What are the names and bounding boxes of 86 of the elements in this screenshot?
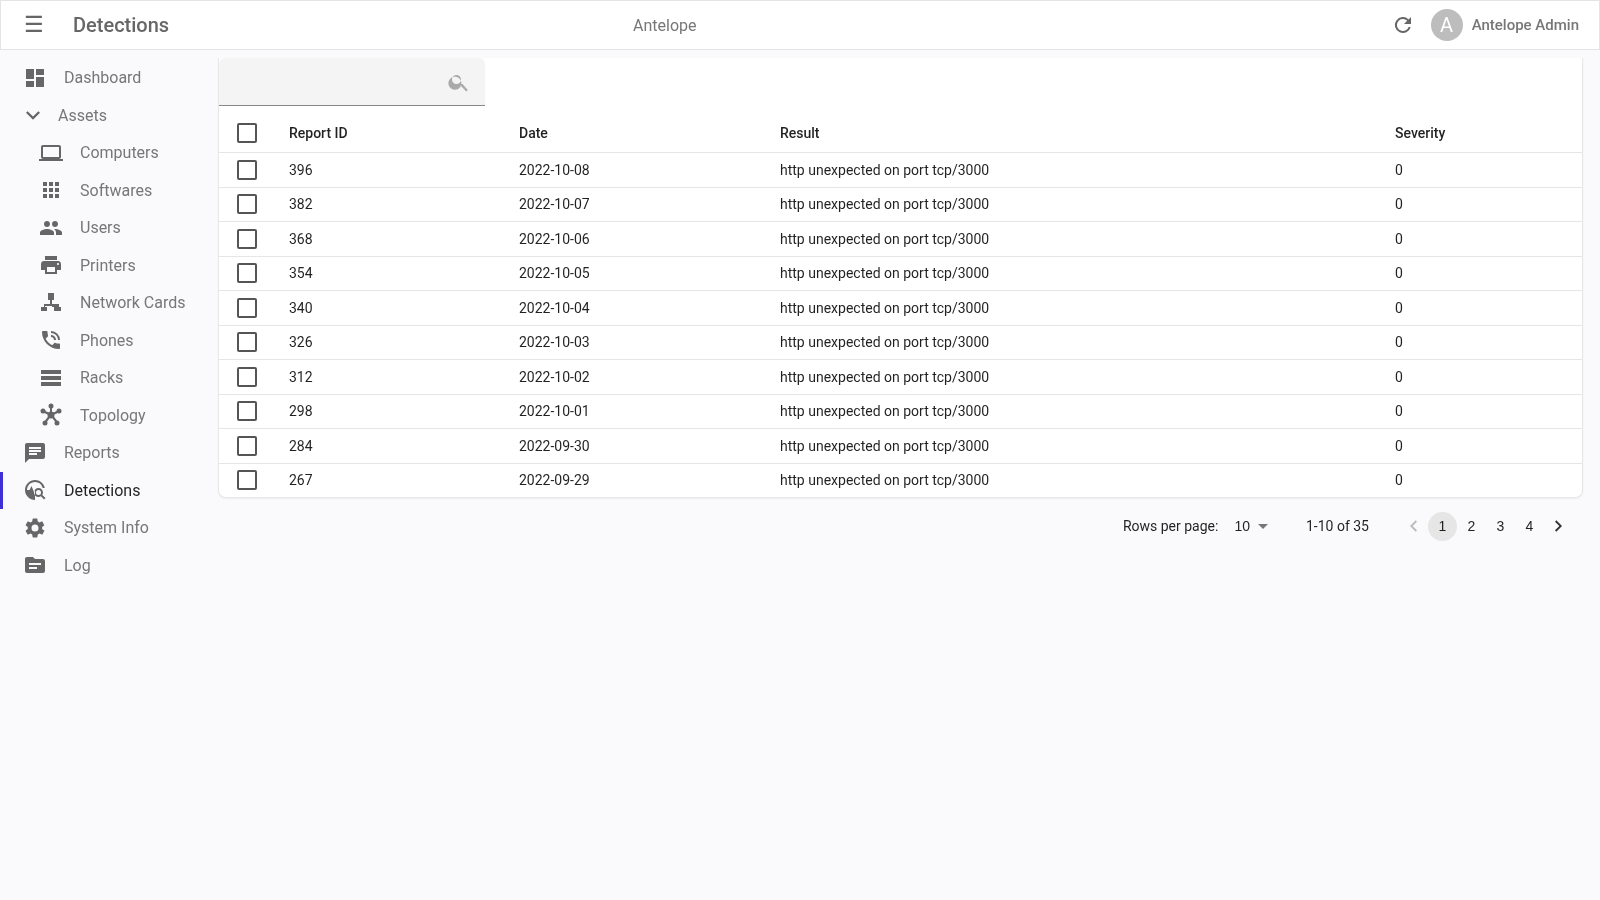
table-cell: 267 xyxy=(289,472,313,489)
table-cell: 284 xyxy=(289,437,313,454)
row-checkbox[interactable] xyxy=(237,435,257,456)
page-button[interactable]: 3 xyxy=(1486,511,1515,541)
sidebar-item[interactable]: Dashboard xyxy=(0,59,218,97)
page-button[interactable]: 2 xyxy=(1457,511,1486,541)
table-cell: http unexpected on port tcp/3000 xyxy=(780,230,990,247)
sidebar-item[interactable]: Log xyxy=(0,546,218,584)
table-cell: 0 xyxy=(1395,299,1403,316)
table-cell: 326 xyxy=(289,334,313,351)
column-header[interactable]: Result xyxy=(780,125,820,141)
caret-icon xyxy=(1258,523,1268,529)
page-button[interactable]: 4 xyxy=(1515,511,1544,541)
table-cell: 2022-10-03 xyxy=(519,334,590,351)
table-cell: 0 xyxy=(1395,368,1403,385)
sidebar-item[interactable]: Network Cards xyxy=(0,284,218,322)
magnifier-pulse-icon xyxy=(23,478,47,503)
chevron-down-icon xyxy=(26,110,40,120)
table-cell: http unexpected on port tcp/3000 xyxy=(780,299,990,316)
table-cell: 0 xyxy=(1395,161,1403,178)
table-cell: 0 xyxy=(1395,196,1403,213)
sidebar-item[interactable]: Printers xyxy=(0,246,218,284)
row-checkbox[interactable] xyxy=(237,194,257,215)
select-all-checkbox[interactable] xyxy=(237,123,257,143)
column-header[interactable]: Severity xyxy=(1395,125,1446,141)
column-header[interactable]: Report ID xyxy=(289,125,348,141)
table-cell: 0 xyxy=(1395,334,1403,351)
table-cell: 2022-10-04 xyxy=(519,299,590,316)
table-cell: 340 xyxy=(289,299,313,316)
app-name: Antelope xyxy=(633,15,698,35)
table-cell: 2022-10-02 xyxy=(519,368,590,385)
table-cell: 0 xyxy=(1395,265,1403,282)
row-checkbox[interactable] xyxy=(237,228,257,249)
rows-per-page-label: Rows per page: xyxy=(1122,518,1219,534)
table-cell: 396 xyxy=(289,161,313,178)
chat-icon xyxy=(23,440,47,465)
table-cell: http unexpected on port tcp/3000 xyxy=(780,161,990,178)
user-name: Antelope Admin xyxy=(1471,16,1579,34)
table-cell: 2022-10-08 xyxy=(519,161,590,178)
table-cell: http unexpected on port tcp/3000 xyxy=(780,196,990,213)
table-cell: http unexpected on port tcp/3000 xyxy=(780,437,990,454)
row-checkbox[interactable] xyxy=(237,401,257,422)
table-cell: 354 xyxy=(289,265,313,282)
table-cell: 2022-10-05 xyxy=(519,265,590,282)
table-cell: 2022-09-29 xyxy=(519,472,590,489)
sidebar-item[interactable]: Topology xyxy=(0,396,218,434)
nodes-icon xyxy=(39,403,63,428)
table-cell: 2022-10-06 xyxy=(519,230,590,247)
sidebar-item[interactable]: Softwares xyxy=(0,171,218,209)
rows-per-page-select[interactable]: 10 xyxy=(1234,518,1268,534)
table-cell: 2022-09-30 xyxy=(519,437,590,454)
row-checkbox[interactable] xyxy=(237,263,257,284)
table-cell: 0 xyxy=(1395,472,1403,489)
table-cell: http unexpected on port tcp/3000 xyxy=(780,265,990,282)
table-cell: 2022-10-07 xyxy=(519,196,590,213)
table-cell: http unexpected on port tcp/3000 xyxy=(780,472,990,489)
table-cell: 2022-10-01 xyxy=(519,403,590,420)
chevron-left-icon xyxy=(1410,520,1417,532)
table-cell: 0 xyxy=(1395,403,1403,420)
sidebar-item[interactable]: Computers xyxy=(0,134,218,172)
sidebar-item[interactable]: System Info xyxy=(0,509,218,547)
sidebar-item[interactable]: Racks xyxy=(0,359,218,397)
search-field[interactable] xyxy=(219,58,485,106)
sidebar-item[interactable]: Phones xyxy=(0,321,218,359)
chevron-right-icon xyxy=(1555,520,1562,532)
row-checkbox[interactable] xyxy=(237,470,257,491)
sidebar-item[interactable]: Reports xyxy=(0,434,218,472)
table-cell: http unexpected on port tcp/3000 xyxy=(780,368,990,385)
page-button[interactable]: 1 xyxy=(1428,511,1457,541)
table-cell: 0 xyxy=(1395,437,1403,454)
table-cell: 0 xyxy=(1395,230,1403,247)
row-checkbox[interactable] xyxy=(237,332,257,353)
table-cell: http unexpected on port tcp/3000 xyxy=(780,334,990,351)
page-range: 1-10 of 35 xyxy=(1306,518,1369,534)
page-title: Detections xyxy=(73,13,171,37)
table-cell: 368 xyxy=(289,230,313,247)
row-checkbox[interactable] xyxy=(237,159,257,180)
column-header[interactable]: Date xyxy=(519,125,548,141)
table-cell: http unexpected on port tcp/3000 xyxy=(780,403,990,420)
sidebar-item[interactable]: Users xyxy=(0,209,218,247)
row-checkbox[interactable] xyxy=(237,366,257,387)
table-cell: 312 xyxy=(289,368,313,385)
sidebar-group[interactable]: Assets xyxy=(0,96,218,134)
table-cell: 382 xyxy=(289,196,313,213)
row-checkbox[interactable] xyxy=(237,297,257,318)
table-cell: 298 xyxy=(289,403,313,420)
